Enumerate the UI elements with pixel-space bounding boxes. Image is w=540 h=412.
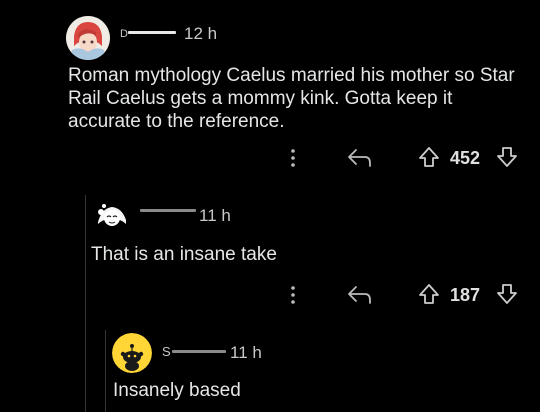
- comment-timestamp: 12 h: [184, 24, 218, 43]
- avatar[interactable]: [112, 333, 152, 373]
- username-redaction: [140, 209, 196, 212]
- vote-score: 452: [450, 148, 481, 168]
- username-redaction: [172, 350, 226, 353]
- downvote-icon[interactable]: [495, 282, 519, 306]
- comment-body: Roman mythology Caelus married his mothe…: [68, 65, 515, 132]
- reply-icon[interactable]: [346, 285, 372, 305]
- comment-body: That is an insane take: [91, 244, 277, 265]
- avatar[interactable]: [92, 196, 132, 236]
- avatar[interactable]: [66, 16, 110, 60]
- thread-line-level-1: [85, 195, 86, 412]
- thread-line-level-2: [105, 330, 106, 412]
- more-icon[interactable]: [290, 148, 296, 168]
- comment-body: Insanely based: [113, 380, 241, 401]
- username-redaction: [128, 31, 176, 34]
- downvote-icon[interactable]: [495, 145, 519, 169]
- comment-username[interactable]: S: [162, 344, 171, 359]
- vote-score: 187: [450, 285, 481, 305]
- reply-icon[interactable]: [346, 148, 372, 168]
- comment-timestamp: 11 h: [230, 343, 262, 362]
- more-icon[interactable]: [290, 285, 296, 305]
- upvote-icon[interactable]: [417, 282, 441, 306]
- comment-timestamp: 11 h: [199, 206, 231, 225]
- upvote-icon[interactable]: [417, 145, 441, 169]
- comment-username[interactable]: D: [120, 28, 128, 40]
